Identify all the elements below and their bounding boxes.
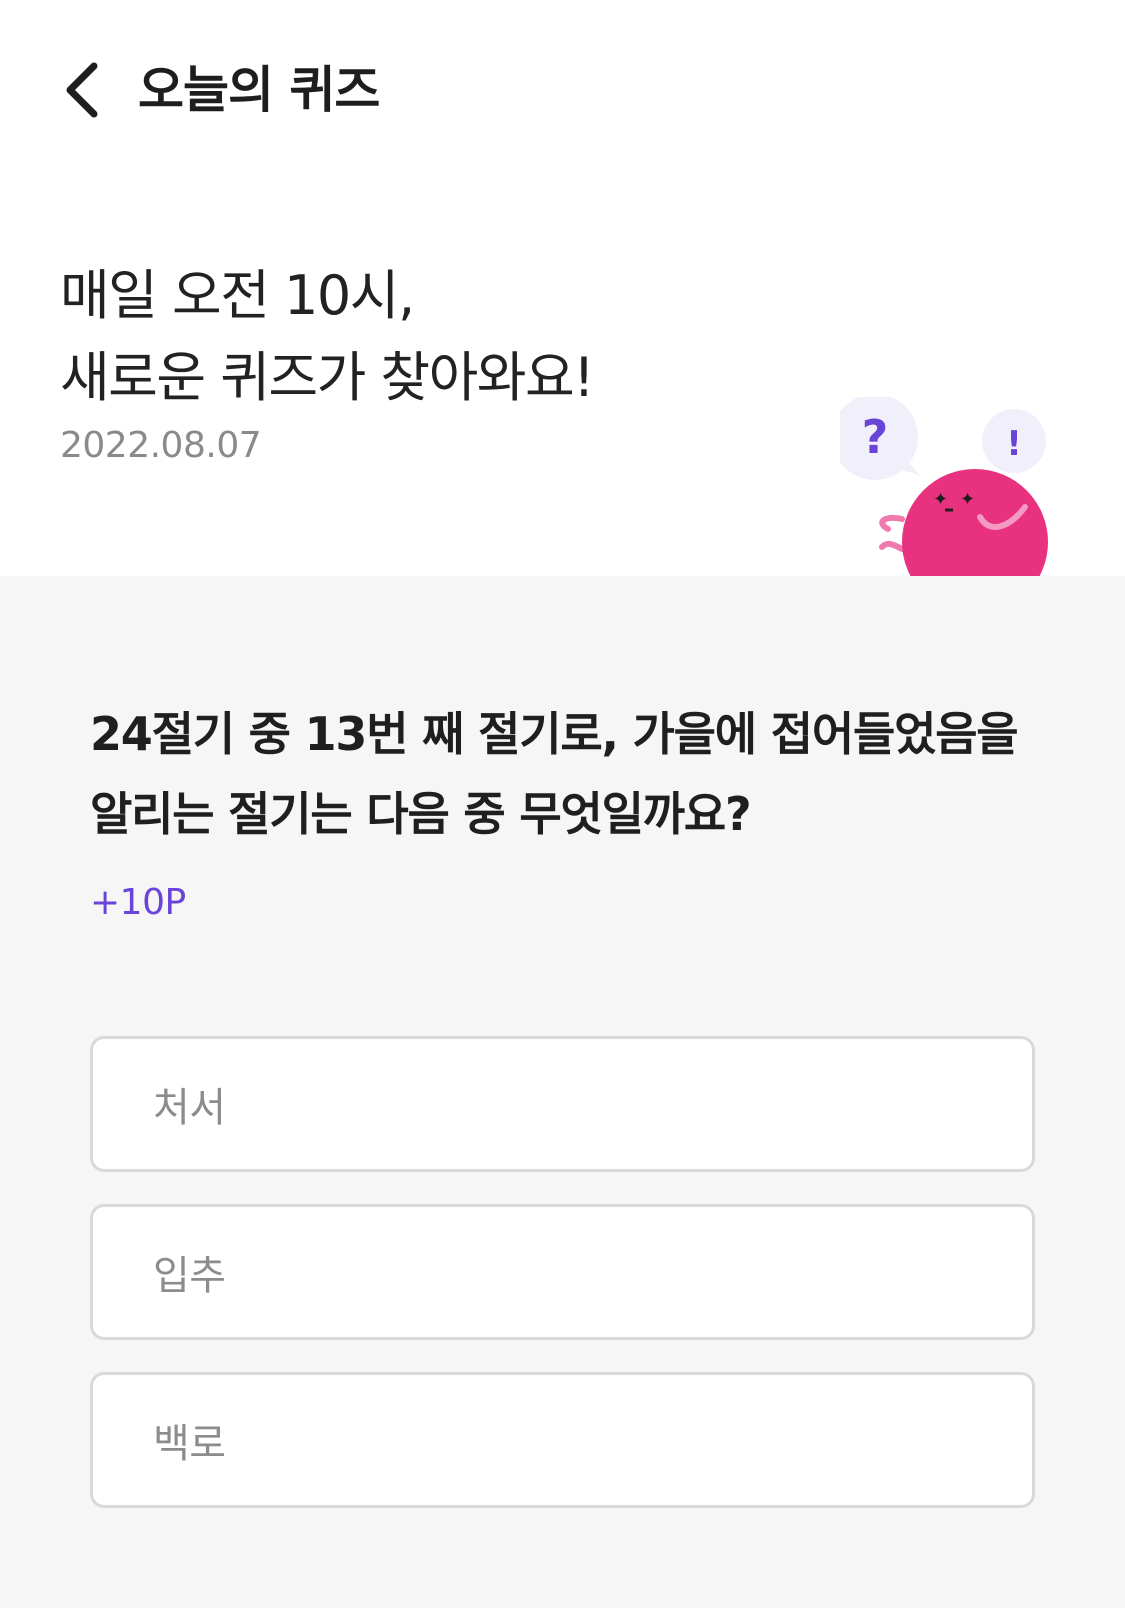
headline-line-1: 매일 오전 10시, <box>60 264 415 327</box>
headline-line-2: 새로운 퀴즈가 찾아와요! <box>60 346 595 409</box>
svg-text:✦: ✦ <box>960 489 975 510</box>
mascot-body-icon: ✦ ✦ <box>879 469 1048 577</box>
quiz-date: 2022.08.07 <box>60 425 262 466</box>
points-reward: +10P <box>90 882 186 923</box>
quiz-page: 오늘의 퀴즈 매일 오전 10시, 새로운 퀴즈가 찾아와요! 2022.08.… <box>0 0 1125 1608</box>
exclamation-bubble-icon: ! <box>982 409 1046 473</box>
mascot-illustration: ? ✦ ✦ ! <box>840 397 1048 577</box>
page-title: 오늘의 퀴즈 <box>138 61 380 119</box>
back-button[interactable] <box>52 58 112 122</box>
quiz-question: 24절기 중 13번 째 절기로, 가을에 접어들었음을 알리는 절기는 다음 … <box>90 707 1019 841</box>
question-bubble-icon: ? <box>840 397 920 480</box>
headline: 매일 오전 10시, 새로운 퀴즈가 찾아와요! <box>60 255 595 419</box>
svg-text:!: ! <box>1006 424 1022 464</box>
answer-option-3[interactable]: 백로 <box>90 1372 1035 1508</box>
svg-text:?: ? <box>862 410 889 464</box>
answer-options: 처서 입추 백로 <box>90 1036 1035 1540</box>
answer-option-2[interactable]: 입추 <box>90 1204 1035 1340</box>
answer-option-label: 입추 <box>153 1253 226 1299</box>
quiz-section: 24절기 중 13번 째 절기로, 가을에 접어들었음을 알리는 절기는 다음 … <box>0 576 1125 1608</box>
svg-text:✦: ✦ <box>933 489 948 510</box>
top-bar: 오늘의 퀴즈 <box>0 0 1125 185</box>
chevron-left-icon <box>66 62 98 118</box>
answer-option-1[interactable]: 처서 <box>90 1036 1035 1172</box>
answer-option-label: 처서 <box>153 1085 226 1131</box>
answer-option-label: 백로 <box>153 1421 226 1467</box>
hero-section: 매일 오전 10시, 새로운 퀴즈가 찾아와요! 2022.08.07 ? ✦ … <box>0 185 1125 577</box>
